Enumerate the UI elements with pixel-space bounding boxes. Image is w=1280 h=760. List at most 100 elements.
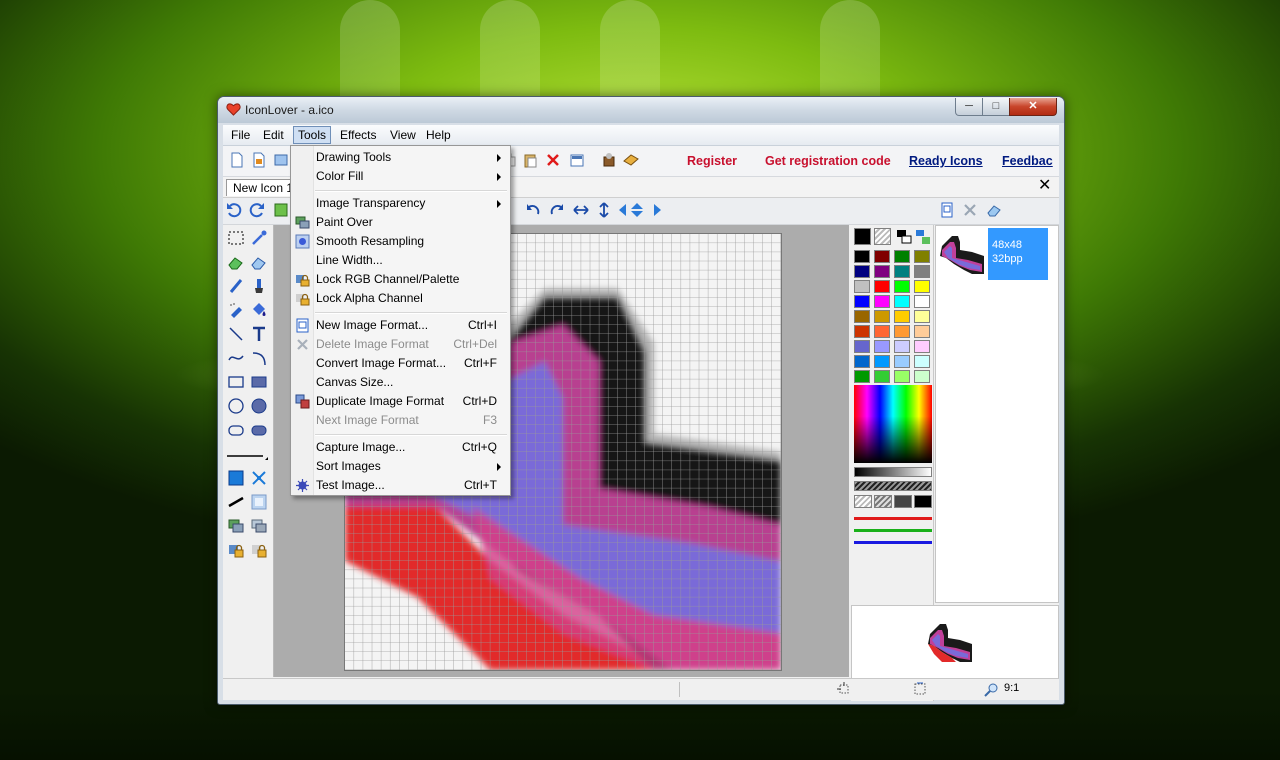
register-link[interactable]: Register <box>687 154 737 168</box>
new-file-icon[interactable] <box>229 152 245 168</box>
paste-icon[interactable] <box>522 152 538 168</box>
ellipse-tool-icon[interactable] <box>227 397 245 415</box>
close-document-icon[interactable]: ✕ <box>1038 178 1051 194</box>
format-thumbnail[interactable] <box>938 230 986 278</box>
brush-tool-icon[interactable] <box>250 277 268 295</box>
palette-swatch[interactable] <box>914 310 930 323</box>
palette-swatch[interactable] <box>874 295 890 308</box>
flip-horizontal-icon[interactable] <box>573 202 589 218</box>
palette-swatch[interactable] <box>894 355 910 368</box>
palette-swatch[interactable] <box>854 370 870 383</box>
delete-format-toolbar-icon[interactable] <box>962 202 978 218</box>
color-mode-icon[interactable] <box>914 228 932 246</box>
rotate-right-icon[interactable] <box>549 202 565 218</box>
opaque-mode-icon[interactable] <box>227 469 245 487</box>
airbrush-tool-icon[interactable] <box>227 301 245 319</box>
fill-tool-icon[interactable] <box>250 301 268 319</box>
alpha-slider[interactable] <box>854 481 932 491</box>
pencil-tool-icon[interactable] <box>227 277 245 295</box>
minimize-button[interactable]: ─ <box>955 98 983 116</box>
palette-swatch[interactable] <box>894 265 910 278</box>
lock-alpha-icon[interactable] <box>250 541 268 559</box>
alpha-preset-2[interactable] <box>894 495 912 508</box>
palette-swatch[interactable] <box>854 340 870 353</box>
palette-swatch[interactable] <box>874 250 890 263</box>
palette-swatch[interactable] <box>874 355 890 368</box>
red-channel-slider[interactable] <box>854 517 932 520</box>
eraser-toolbar-icon[interactable] <box>986 202 1002 218</box>
palette-swatch[interactable] <box>874 265 890 278</box>
eraser-tool-icon[interactable] <box>227 253 245 271</box>
get-registration-code-link[interactable]: Get registration code <box>765 154 891 168</box>
brightness-slider[interactable] <box>854 467 932 477</box>
rotate-left-icon[interactable] <box>525 202 541 218</box>
palette-swatch[interactable] <box>914 265 930 278</box>
eyedropper-tool-icon[interactable] <box>250 229 268 247</box>
menu-item-drawing-tools[interactable]: Drawing Tools <box>292 148 509 167</box>
ready-icons-link[interactable]: Ready Icons <box>909 154 983 168</box>
menu-item-color-fill[interactable]: Color Fill <box>292 167 509 186</box>
palette-swatch[interactable] <box>894 370 910 383</box>
palette-swatch[interactable] <box>854 295 870 308</box>
palette-swatch[interactable] <box>854 280 870 293</box>
blue-channel-slider[interactable] <box>854 541 932 544</box>
palette-swatch[interactable] <box>874 310 890 323</box>
menu-item-smooth-resampling[interactable]: Smooth Resampling <box>292 232 509 251</box>
extract-icon[interactable] <box>601 152 617 168</box>
palette-swatch[interactable] <box>874 325 890 338</box>
shift-right-icon[interactable] <box>647 202 663 218</box>
properties-icon[interactable] <box>569 152 585 168</box>
layer-gray-icon[interactable] <box>250 517 268 535</box>
rect-select-tool-icon[interactable] <box>227 229 245 247</box>
alpha-preset-3[interactable] <box>914 495 932 508</box>
delete-icon[interactable] <box>545 152 561 168</box>
shift-up-down-icon[interactable] <box>629 202 645 218</box>
swap-colors-icon[interactable] <box>895 228 913 246</box>
palette-swatch[interactable] <box>914 370 930 383</box>
lock-rgb-icon[interactable] <box>227 541 245 559</box>
title-bar[interactable]: IconLover - a.ico ─ □ ✕ <box>218 97 1064 123</box>
flip-vertical-icon[interactable] <box>596 202 612 218</box>
soft-brush-icon[interactable] <box>250 493 268 511</box>
green-channel-slider[interactable] <box>854 529 932 532</box>
menu-item-paint-over[interactable]: Paint Over <box>292 213 509 232</box>
filled-rectangle-tool-icon[interactable] <box>250 373 268 391</box>
menu-item-image-transparency[interactable]: Image Transparency <box>292 194 509 213</box>
palette-swatch[interactable] <box>894 310 910 323</box>
new-library-icon[interactable] <box>251 152 267 168</box>
layer-green-icon[interactable] <box>227 517 245 535</box>
menu-item-duplicate-image-format[interactable]: Duplicate Image Format Ctrl+D <box>292 392 509 411</box>
palette-swatch[interactable] <box>854 325 870 338</box>
rectangle-tool-icon[interactable] <box>227 373 245 391</box>
menu-item-line-width[interactable]: Line Width... <box>292 251 509 270</box>
open-file-icon[interactable] <box>273 152 289 168</box>
palette-swatch[interactable] <box>894 295 910 308</box>
palette-swatch[interactable] <box>854 265 870 278</box>
menu-item-delete-image-format[interactable]: Delete Image Format Ctrl+Del <box>292 335 509 354</box>
line-width-selector[interactable] <box>225 447 269 465</box>
menu-file[interactable]: File <box>227 127 254 143</box>
color-spectrum-picker[interactable] <box>854 385 932 463</box>
menu-item-test-image[interactable]: Test Image... Ctrl+T <box>292 476 509 495</box>
palette-swatch[interactable] <box>894 340 910 353</box>
filled-rounded-rect-tool-icon[interactable] <box>250 421 268 439</box>
document-tab[interactable]: New Icon 1 <box>226 179 301 196</box>
alpha-preset-1[interactable] <box>874 495 892 508</box>
text-tool-icon[interactable] <box>250 325 268 343</box>
line-tool-icon[interactable] <box>227 325 245 343</box>
filled-ellipse-tool-icon[interactable] <box>250 397 268 415</box>
menu-tools[interactable]: Tools <box>293 126 332 144</box>
menu-item-capture-image[interactable]: Capture Image... Ctrl+Q <box>292 438 509 457</box>
palette-swatch[interactable] <box>874 340 890 353</box>
menu-item-lock-rgb[interactable]: Lock RGB Channel/Palette <box>292 270 509 289</box>
arc-tool-icon[interactable] <box>250 349 268 367</box>
palette-swatch[interactable] <box>854 250 870 263</box>
transparent-color[interactable] <box>874 228 891 245</box>
feedback-link[interactable]: Feedbac <box>1002 154 1053 168</box>
palette-swatch[interactable] <box>874 280 890 293</box>
palette-swatch[interactable] <box>914 250 930 263</box>
rounded-rect-tool-icon[interactable] <box>227 421 245 439</box>
curve-tool-icon[interactable] <box>227 349 245 367</box>
library-book-icon[interactable] <box>623 152 639 168</box>
palette-swatch[interactable] <box>914 295 930 308</box>
